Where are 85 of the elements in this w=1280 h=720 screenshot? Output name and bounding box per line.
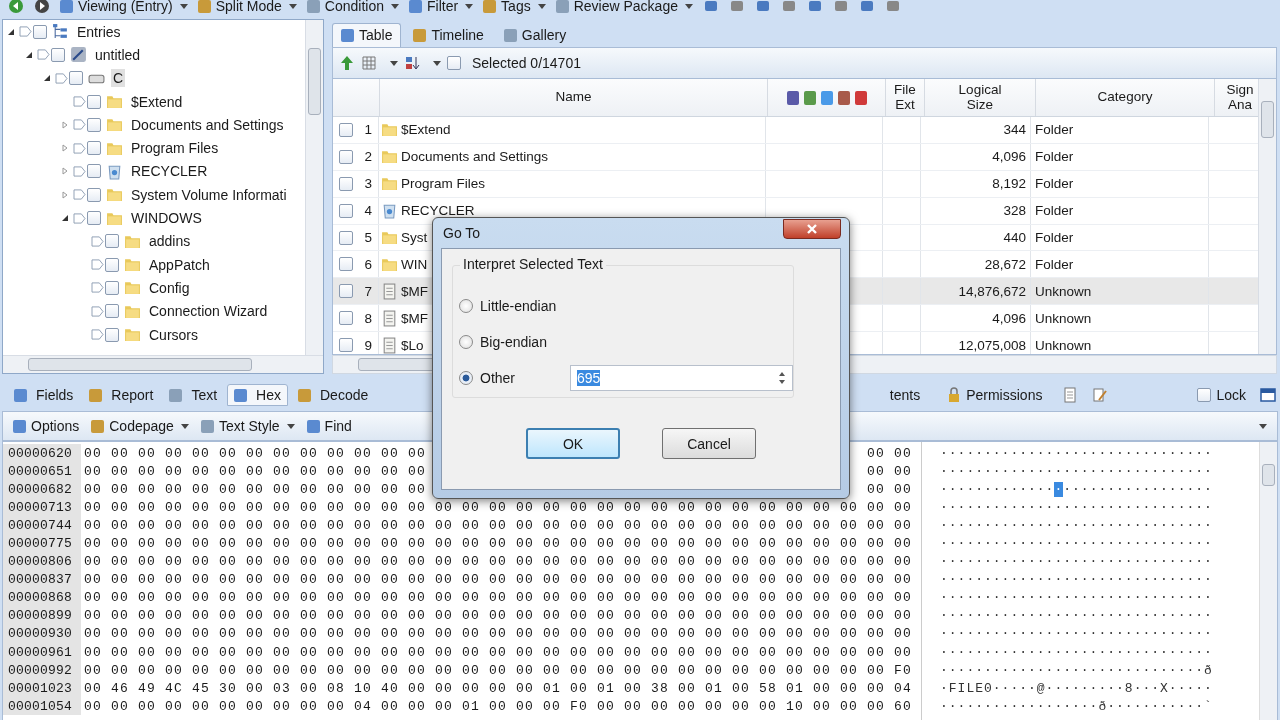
offset: 00000682 [3, 480, 81, 499]
table-cell: $MF [401, 283, 428, 299]
hex-bytes: 00 00 00 00 00 00 00 00 00 00 00 00 00 00 00 00 00 00 00 00 00 00 00 00 00 00 00 00 00 00 00 [84, 626, 914, 642]
hex-bytes: 00 00 00 00 00 00 00 00 00 00 00 00 00 00 00 00 00 00 00 00 00 00 00 00 00 00 00 00 00 00 00 [84, 517, 914, 533]
ascii-text: ······························· [940, 536, 1213, 551]
row-number: 5 [364, 230, 372, 245]
table-cell: 4,096 [992, 149, 1026, 165]
ascii-text: ······························· [940, 463, 1213, 479]
ascii-text: ··················ð···········` [940, 698, 1213, 714]
selection-count: Selected 0/14701 [472, 55, 581, 71]
table-cell: Folder [1035, 256, 1074, 272]
offset: 00000961 [3, 643, 81, 662]
offset: 00000713 [3, 498, 81, 517]
offset: 00000651 [3, 462, 81, 481]
hex-bytes: 00 00 00 00 00 00 00 00 00 00 00 00 00 [84, 463, 428, 479]
table-cell: $MF [401, 310, 428, 326]
table-cell: $Lo [401, 337, 424, 353]
table-cell: 440 [1003, 230, 1026, 245]
table-cell: Folder [1035, 149, 1074, 165]
group-label: Interpret Selected Text [460, 256, 606, 272]
table-cell: 28,672 [984, 256, 1026, 272]
table-cell: Folder [1035, 230, 1074, 245]
lock-label: Lock [1216, 387, 1246, 403]
dialog-title: Go To [442, 225, 481, 241]
row-number: 4 [364, 203, 372, 219]
ascii-text: ······························· [940, 554, 1213, 570]
hex-bytes: 00 00 00 00 00 00 00 00 00 00 00 00 00 00 00 00 00 00 00 00 00 00 00 00 00 00 00 00 00 00 00 [84, 572, 914, 588]
ascii-text: ······························· [940, 445, 1213, 461]
hex-bytes: 00 00 [867, 445, 913, 461]
row-number: 9 [364, 337, 372, 353]
ascii-text: ······························ð [940, 662, 1213, 678]
hex-bytes: 00 00 00 00 00 00 00 00 00 00 00 00 00 [84, 445, 428, 461]
offset: 00001023 [3, 679, 81, 698]
table-cell: Unknown [1035, 283, 1092, 299]
table-cell: Unknown [1035, 337, 1092, 353]
hex-bytes: 00 46 49 4C 45 30 00 03 00 08 10 40 00 00 00 00 00 01 00 01 00 38 00 01 00 58 01 00 00 00 04 [84, 680, 914, 696]
ascii-text: ················· [1063, 481, 1213, 497]
hex-bytes: 00 00 00 00 00 00 00 00 00 00 00 00 00 00 00 00 00 00 00 00 00 00 00 00 00 00 00 00 00 00 F0 [84, 662, 914, 678]
row-number: 7 [364, 283, 372, 299]
table-cell: Folder [1035, 122, 1074, 138]
ascii-text: ······························· [940, 517, 1213, 533]
table-cell: Unknown [1035, 310, 1092, 326]
hex-bytes: 00 00 00 00 00 00 00 00 00 00 00 00 00 00 00 00 00 00 00 00 00 00 00 00 00 00 00 00 00 00 00 [84, 590, 914, 606]
table-cell: Folder [1035, 203, 1074, 219]
row-number: 8 [364, 310, 372, 326]
offset: 00000620 [3, 444, 81, 463]
table-cell: Program Files [401, 176, 486, 192]
hex-bytes: 00 00 00 00 00 00 00 00 00 00 00 00 00 [84, 481, 428, 497]
table-cell: RECYCLER [401, 203, 475, 219]
offset: 00000992 [3, 661, 81, 680]
table-cell: WIN [401, 256, 428, 272]
ascii-text: ············· [940, 481, 1055, 497]
hex-bytes: 00 00 00 00 00 00 00 00 00 00 00 00 00 00 00 00 00 00 00 00 00 00 00 00 00 00 00 00 00 00 00 [84, 554, 914, 570]
table-cell: 328 [1003, 203, 1026, 219]
ascii-text: ······························· [940, 590, 1213, 606]
ascii-text: ·FILE0·····@·········8···X····· [940, 680, 1213, 696]
hex-bytes: 00 00 [867, 463, 913, 479]
ascii-text: ······························· [940, 626, 1213, 642]
hex-bytes: 00 00 [867, 481, 913, 497]
hex-bytes: 00 00 00 00 00 00 00 00 00 00 00 00 00 00 00 00 00 00 00 00 00 00 00 00 00 00 00 00 00 00 00 [84, 499, 914, 515]
ascii-text: ······························· [940, 572, 1213, 588]
hex-bytes: 00 00 00 00 00 00 00 00 00 00 00 00 00 00 00 00 00 00 00 00 00 00 00 00 00 00 00 00 00 00 00 [84, 608, 914, 624]
hex-bytes: 00 00 00 00 00 00 00 00 00 00 00 00 00 00 00 00 00 00 00 00 00 00 00 00 00 00 00 00 00 00 00 [84, 644, 914, 660]
table-cell: 4,096 [992, 310, 1026, 326]
ascii-text: · [1054, 481, 1064, 497]
ascii-text: ······························· [940, 644, 1213, 660]
ascii-text: ······························· [940, 608, 1213, 624]
offset: 00000744 [3, 516, 81, 535]
table-cell: 12,075,008 [958, 337, 1026, 353]
ascii-text: ······························· [940, 499, 1213, 515]
table-cell: $Extend [401, 122, 451, 138]
row-number: 1 [364, 122, 372, 138]
offset: 00001054 [3, 697, 81, 716]
table-cell: 344 [1003, 122, 1026, 138]
table-cell: 8,192 [992, 176, 1026, 192]
row-number: 2 [364, 149, 372, 165]
table-cell: Syst [401, 230, 428, 245]
row-number: 3 [364, 176, 372, 192]
offset: 00000775 [3, 534, 81, 553]
hex-bytes: 00 00 00 00 00 00 00 00 00 00 00 00 00 00 00 00 00 00 00 00 00 00 00 00 00 00 00 00 00 00 00 [84, 536, 914, 551]
hex-bytes: 00 00 00 00 00 00 00 00 00 00 04 00 00 00 01 00 00 00 F0 00 00 00 00 00 00 00 10 00 00 00 60 [84, 698, 914, 714]
table-cell: 14,876,672 [958, 283, 1026, 299]
table-cell: Documents and Settings [401, 149, 549, 165]
table-cell: Folder [1035, 176, 1074, 192]
row-number: 6 [364, 256, 372, 272]
